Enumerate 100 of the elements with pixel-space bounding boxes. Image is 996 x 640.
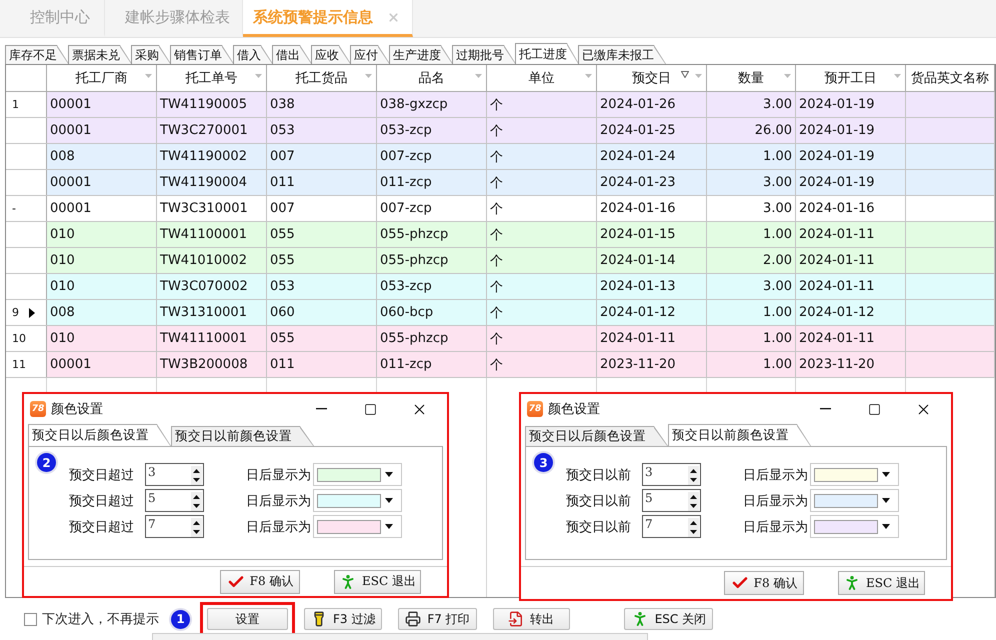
table-cell: 2024-01-16 [600, 201, 676, 216]
color-dropdown[interactable] [313, 515, 402, 538]
color-label: 日后显示为 [743, 466, 809, 484]
number-spinner[interactable]: 5 [145, 489, 204, 512]
table-cell-text: 个 [490, 304, 503, 322]
number-spinner[interactable]: 7 [145, 515, 204, 538]
sub-tab[interactable]: 生产进度 [389, 45, 453, 64]
column-header[interactable]: 单位 [487, 65, 597, 91]
dialog-tab[interactable]: 预交日以前颜色设置 [171, 426, 314, 446]
table-row[interactable]: 00001 TW3C270001 053 053-zcp 个 2024-01-25 26.00 2024-01-19 [6, 118, 995, 144]
step-badge: 3 [534, 453, 553, 472]
dialog-button[interactable]: ESC 退出 [838, 571, 925, 595]
close-icon[interactable] [387, 10, 400, 24]
column-header[interactable]: 货品英文名称 [906, 65, 995, 91]
table-cell: 038 [270, 97, 295, 112]
column-header[interactable]: 品名 [377, 65, 487, 91]
table-cell: 010 [50, 227, 75, 242]
filter-arrow-icon[interactable] [475, 74, 482, 78]
table-cell: 2024-01-11 [799, 227, 875, 242]
filter-arrow-icon[interactable] [255, 74, 262, 78]
filter-arrow-icon[interactable] [145, 74, 152, 78]
table-cell: 2024-01-19 [799, 175, 875, 190]
table-cell: 011-zcp [380, 175, 432, 190]
color-dropdown[interactable] [810, 463, 899, 486]
table-row[interactable]: 008 TW41190002 007 007-zcp 个 2024-01-24 1.00 2024-01-19 [6, 144, 995, 170]
table-row[interactable]: 010 TW41100001 055 055-phzcp 个 2024-01-15 1.00 2024-01-11 [6, 222, 995, 248]
table-cell: 3.00 [763, 175, 792, 190]
table-cell: 00001 [50, 201, 92, 216]
table-cell: 2024-01-19 [799, 123, 875, 138]
column-header[interactable]: 数量 [707, 65, 796, 91]
sub-tab[interactable]: 托工进度 [515, 43, 579, 64]
color-label: 日后显示为 [246, 466, 312, 484]
table-cell: TW41190005 [160, 97, 247, 112]
sub-tab[interactable]: 已缴库未报工 [578, 45, 666, 64]
table-cell: 011 [270, 357, 295, 372]
table-cell: 007 [270, 149, 295, 164]
color-dropdown[interactable] [810, 489, 899, 512]
table-cell: 055 [270, 253, 295, 268]
table-row[interactable]: 1 00001 TW41190005 038 038-gxzcp 个 2024-01-26 3.00 2024-01-19 [6, 92, 995, 118]
row-number: 9 [12, 306, 19, 319]
table-cell: 2024-01-13 [600, 279, 676, 294]
dialog-tab[interactable]: 预交日以前颜色设置 [668, 424, 811, 446]
number-spinner[interactable]: 5 [642, 489, 701, 512]
sub-tab[interactable]: 借出 [272, 45, 312, 64]
setting-label: 预交日超过 [69, 466, 135, 484]
table-row[interactable]: 10 010 TW41110001 055 055-phzcp 个 2024-01-11 1.00 2024-01-11 [6, 326, 995, 352]
column-header[interactable]: 托工货品 [267, 65, 377, 91]
column-header[interactable]: 预交日 [597, 65, 707, 91]
sub-tab[interactable]: 应收 [311, 45, 351, 64]
table-row[interactable]: - 00001 TW3C310001 007 007-zcp 个 2024-01-16 3.00 2024-01-16 [6, 196, 995, 222]
sub-tab[interactable]: 库存不足 [5, 45, 69, 64]
checkbox[interactable] [24, 612, 37, 626]
toolbar-button[interactable]: 设置 [207, 608, 288, 630]
table-cell-text: 个 [490, 122, 503, 140]
table-cell: TW41110001 [160, 331, 247, 346]
color-dropdown[interactable] [313, 489, 402, 512]
sub-tab[interactable]: 借入 [233, 45, 273, 64]
number-spinner[interactable]: 3 [642, 463, 701, 486]
table-cell-text: 个 [490, 174, 503, 192]
toolbar-button[interactable]: F7 打印 [398, 608, 477, 630]
filter-arrow-icon[interactable] [695, 74, 702, 78]
table-row[interactable]: 00001 TW41190004 011 011-zcp 个 2024-01-23 3.00 2024-01-19 [6, 170, 995, 196]
dialog-tab[interactable]: 预交日以后颜色设置 [525, 426, 668, 446]
column-header[interactable]: 预开工日 [796, 65, 906, 91]
color-label: 日后显示为 [246, 492, 312, 510]
filter-arrow-icon[interactable] [365, 74, 372, 78]
sub-tab[interactable]: 采购 [131, 45, 171, 64]
filter-arrow-icon[interactable] [784, 74, 791, 78]
dialog-button[interactable]: F8 确认 [724, 571, 804, 595]
column-header[interactable]: 托工厂商 [47, 65, 157, 91]
table-cell: 3.00 [763, 97, 792, 112]
caret-icon [882, 498, 890, 503]
sub-tab[interactable]: 票据未兑 [68, 45, 132, 64]
toolbar-button[interactable]: 转出 [492, 608, 570, 630]
checkbox-label: 下次进入，不再提示 [42, 611, 159, 628]
printer-icon [405, 611, 422, 627]
column-header[interactable]: 托工单号 [157, 65, 267, 91]
dialog-tab[interactable]: 预交日以后颜色设置 [28, 424, 171, 446]
number-spinner[interactable]: 3 [145, 463, 204, 486]
table-cell: 060 [270, 305, 295, 320]
table-row[interactable]: 11 00001 TW3B200008 011 011-zcp 个 2023-11-20 1.00 2023-11-20 [6, 352, 995, 378]
table-row[interactable]: 9 008 TW31310001 060 060-bcp 个 2024-01-12 1.00 2024-01-12 [6, 300, 995, 326]
sub-tab[interactable]: 应付 [350, 45, 390, 64]
sub-tab[interactable]: 过期批号 [452, 45, 516, 64]
export-icon [508, 611, 524, 627]
color-dropdown[interactable] [810, 515, 899, 538]
number-spinner[interactable]: 7 [642, 515, 701, 538]
table-cell: 1.00 [763, 149, 792, 164]
table-cell-text: 个 [490, 278, 503, 296]
color-dropdown[interactable] [313, 463, 402, 486]
dialog-button[interactable]: ESC 退出 [334, 570, 421, 594]
table-row[interactable]: 010 TW3C070002 053 053-zcp 个 2024-01-13 3.00 2024-01-11 [6, 274, 995, 300]
filter-arrow-icon[interactable] [894, 74, 901, 78]
toolbar-button[interactable]: ESC 关闭 [624, 608, 714, 630]
sub-tab[interactable]: 销售订单 [170, 45, 234, 64]
toolbar-button[interactable]: F3 过滤 [304, 608, 382, 630]
table-cell-text: 个 [490, 330, 503, 348]
dialog-button[interactable]: F8 确认 [220, 570, 300, 594]
table-row[interactable]: 010 TW41010002 055 055-phzcp 个 2024-01-14 2.00 2024-01-11 [6, 248, 995, 274]
filter-arrow-icon[interactable] [585, 74, 592, 78]
